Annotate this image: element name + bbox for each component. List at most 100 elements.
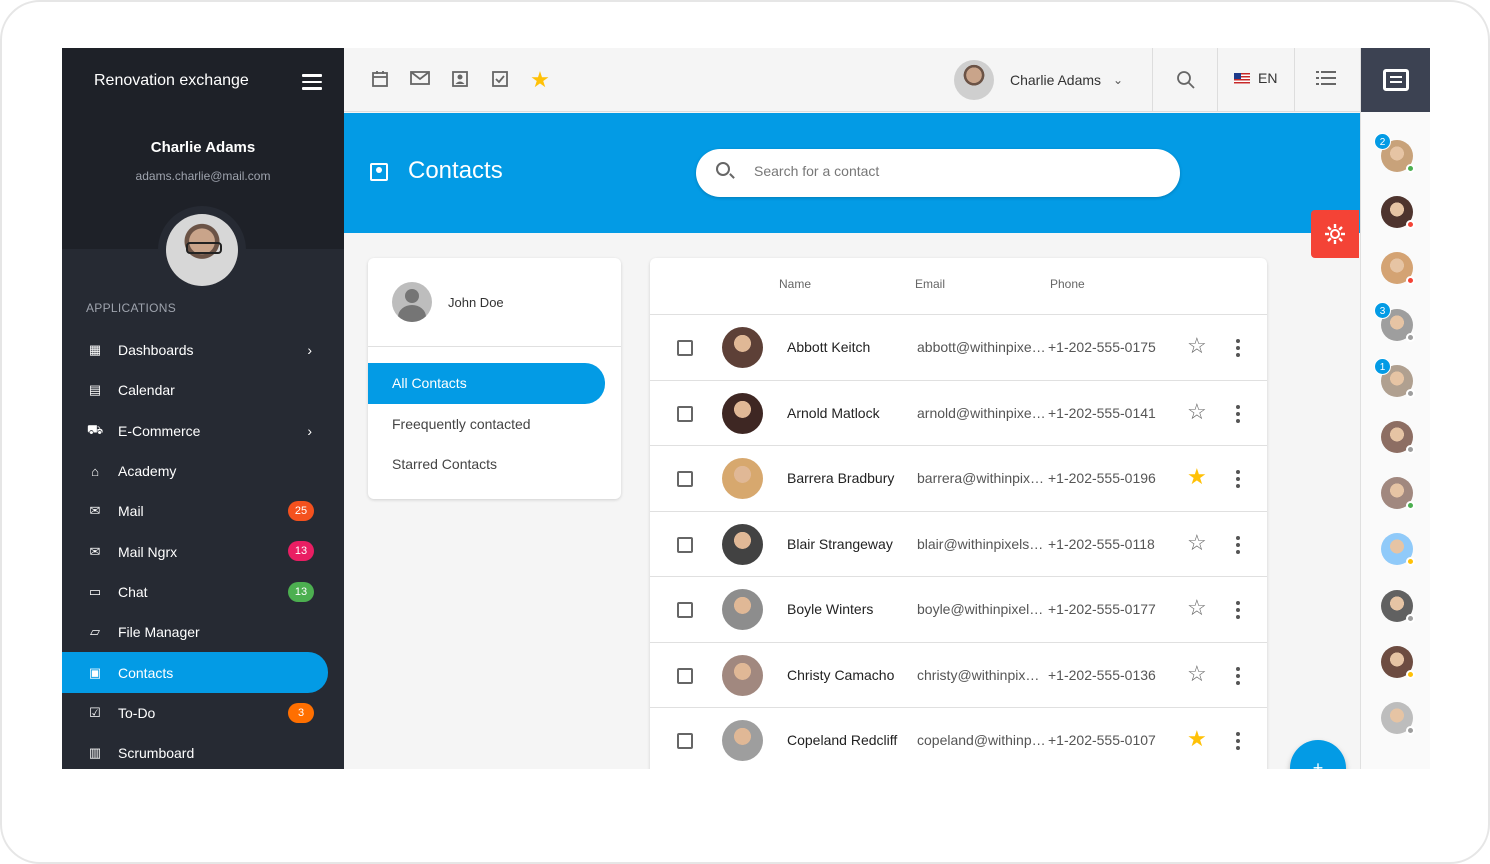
chat-contact-avatar[interactable] <box>1381 533 1415 567</box>
sidebar-item-academy[interactable]: ⌂ Academy <box>62 451 344 491</box>
status-dot <box>1406 164 1415 173</box>
cart-icon: ⛟ <box>86 421 104 437</box>
star-icon[interactable]: ★ <box>530 69 550 91</box>
column-header-name[interactable]: Name <box>779 277 811 291</box>
search-input[interactable] <box>754 163 1154 179</box>
column-header-phone[interactable]: Phone <box>1050 277 1085 291</box>
row-checkbox[interactable] <box>677 667 693 684</box>
star-icon[interactable]: ★ <box>1187 727 1207 751</box>
contact-email: christy@withinpixels.com <box>917 666 1047 683</box>
table-row[interactable]: Boyle Winters boyle@withinpixels.com+1-20… <box>650 577 1267 643</box>
chat-contact-avatar[interactable]: 2 <box>1374 133 1415 173</box>
star-icon[interactable]: ☆ <box>1187 334 1207 358</box>
chat-contact-avatar[interactable]: 1 <box>1374 357 1415 398</box>
list-icon[interactable] <box>1316 70 1336 90</box>
table-row[interactable]: Abbott Keitch abbott@withinpixels.com+1-2… <box>650 315 1267 381</box>
menu-toggle-icon[interactable] <box>302 74 322 90</box>
chat-contact-avatar[interactable] <box>1381 589 1415 623</box>
contacts-filter-card: John Doe All Contacts Freequently contact… <box>368 258 621 499</box>
more-options-icon[interactable] <box>1236 470 1240 491</box>
status-dot <box>1406 669 1415 679</box>
star-icon[interactable]: ☆ <box>1187 596 1207 620</box>
sidebar-item-label: File Manager <box>118 624 200 641</box>
sidebar-item-contacts[interactable]: ▣ Contacts <box>62 652 328 693</box>
chat-icon <box>1383 69 1409 91</box>
sidebar-item-dashboards[interactable]: ▦ Dashboards › <box>62 330 344 370</box>
filter-item-freequently-contacted[interactable]: Freequently contacted <box>368 404 621 445</box>
avatar <box>722 654 763 696</box>
avatar <box>722 523 763 565</box>
row-checkbox[interactable] <box>677 340 693 356</box>
sidebar-item-file-manager[interactable]: ▱ File Manager <box>62 612 344 652</box>
contacts-header: Contacts <box>344 113 1360 233</box>
table-row[interactable]: Christy Camacho christy@withinpixels.com+… <box>650 643 1267 708</box>
filter-item-starred-contacts[interactable]: Starred Contacts <box>368 444 621 485</box>
status-dot <box>1406 388 1415 398</box>
add-contact-button[interactable]: + <box>1290 740 1346 769</box>
table-row[interactable]: Blair Strangeway blair@withinpixels.com +1… <box>650 512 1267 577</box>
row-checkbox[interactable] <box>677 536 693 553</box>
sidebar-item-e-commerce[interactable]: ⛟ E-Commerce › <box>62 411 344 451</box>
settings-gear-button[interactable] <box>1311 210 1359 258</box>
contact-phone: +1-202-555-0107 <box>1048 732 1156 748</box>
divider <box>368 346 621 347</box>
more-options-icon[interactable] <box>1236 601 1240 622</box>
checkbox-icon[interactable] <box>490 70 510 90</box>
filter-item-all-contacts[interactable]: All Contacts <box>368 363 605 404</box>
column-header-email[interactable]: Email <box>915 277 945 291</box>
more-options-icon[interactable] <box>1236 535 1240 557</box>
search-icon[interactable] <box>1176 70 1196 90</box>
mail-icon[interactable] <box>410 70 430 90</box>
row-checkbox[interactable] <box>677 602 693 618</box>
chat-toggle-button[interactable] <box>1361 48 1430 112</box>
table-row[interactable]: Copeland Redcliff copeland@withinpixels.c… <box>650 708 1267 769</box>
chat-contact-avatar[interactable] <box>1381 645 1415 679</box>
chat-panel: 2 3 1 <box>1360 48 1430 769</box>
chat-contact-avatar[interactable] <box>1381 252 1415 286</box>
contacts-icon[interactable] <box>450 70 470 90</box>
more-options-icon[interactable] <box>1236 339 1240 360</box>
row-checkbox[interactable] <box>677 471 693 487</box>
star-icon[interactable]: ☆ <box>1187 399 1207 424</box>
row-checkbox[interactable] <box>677 405 693 422</box>
sidebar-item-mail[interactable]: ✉ Mail 25 <box>62 491 344 531</box>
chat-contact-avatar[interactable]: 3 <box>1374 301 1415 342</box>
contact-phone: +1-202-555-0175 <box>1048 339 1156 355</box>
sidebar-user-name: Charlie Adams <box>150 139 256 156</box>
contacts-icon: ▣ <box>88 664 102 680</box>
chat-contact-avatar[interactable] <box>1381 421 1415 454</box>
checkbox-icon: ☑ <box>89 704 101 720</box>
calendar-icon[interactable] <box>370 70 390 90</box>
chat-contact-avatar[interactable] <box>1381 196 1415 230</box>
table-row[interactable]: Arnold Matlock arnold@withinpixels.com+1-… <box>650 381 1267 446</box>
chevron-down-icon: ⌄ <box>1113 73 1124 87</box>
more-options-icon[interactable] <box>1236 404 1240 426</box>
star-icon[interactable]: ☆ <box>1187 661 1207 686</box>
chevron-right-icon: › <box>307 342 312 358</box>
toolbar-user-menu[interactable]: Charlie Adams ⌄ <box>954 60 1123 100</box>
sidebar-item-calendar[interactable]: ▤ Calendar <box>62 370 344 410</box>
contact-name: Boyle Winters <box>787 601 874 617</box>
table-row[interactable]: Barrera Bradbury barrera@withinpixels.com… <box>650 446 1267 512</box>
language-code: EN <box>1258 70 1278 86</box>
sidebar-item-chat[interactable]: ▭ Chat 13 <box>62 572 344 612</box>
sidebar-item-to-do[interactable]: ☑ To-Do 3 <box>62 693 344 733</box>
sidebar-item-mail-ngrx[interactable]: ✉ Mail Ngrx 13 <box>62 531 344 571</box>
sidebar-nav: ▦ Dashboards › ▤ Calendar ⛟ E-Commerce › ⌂ Academ… <box>62 330 344 769</box>
avatar <box>722 589 763 630</box>
contact-phone: +1-202-555-0177 <box>1048 601 1156 617</box>
chat-contact-avatar[interactable] <box>1381 702 1415 735</box>
star-icon[interactable]: ★ <box>1187 465 1207 489</box>
star-icon[interactable]: ☆ <box>1187 530 1207 555</box>
language-selector[interactable]: EN <box>1234 70 1277 86</box>
contact-email: arnold@withinpixels.com <box>917 404 1047 421</box>
sidebar-item-label: Scrumboard <box>118 745 195 762</box>
chat-contact-avatar[interactable] <box>1381 477 1415 511</box>
user-avatar[interactable] <box>158 206 246 294</box>
toolbar-user-name: Charlie Adams <box>1010 72 1102 88</box>
sidebar-item-scrumboard[interactable]: ▥ Scrumboard <box>62 733 344 769</box>
more-options-icon[interactable] <box>1236 732 1240 753</box>
current-user-name: John Doe <box>448 294 504 310</box>
row-checkbox[interactable] <box>677 733 693 749</box>
more-options-icon[interactable] <box>1236 666 1240 688</box>
